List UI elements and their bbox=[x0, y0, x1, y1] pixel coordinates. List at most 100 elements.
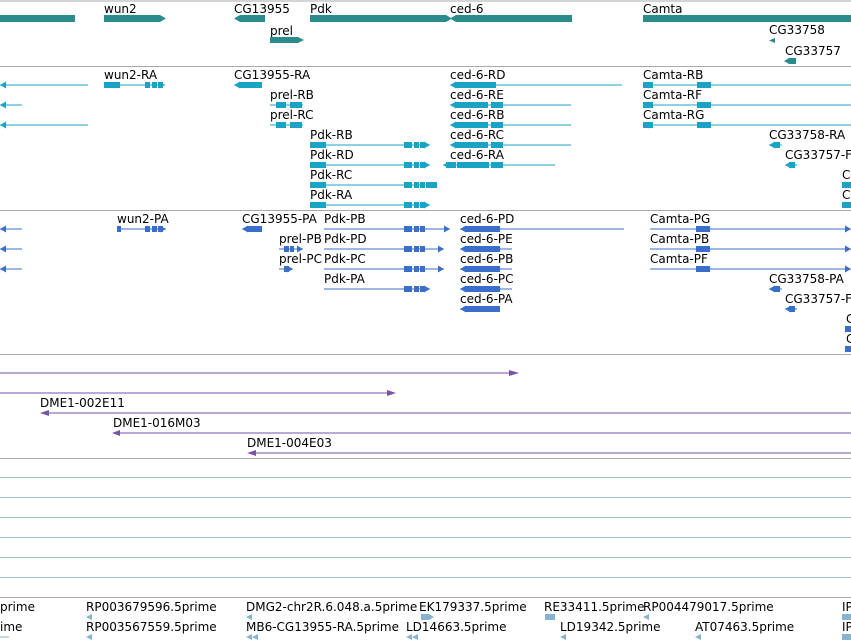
transcript-label: Camta-RG bbox=[643, 108, 704, 122]
transcript-feature[interactable]: ced-6-PB bbox=[460, 252, 513, 273]
transcript-feature[interactable]: C bbox=[842, 188, 851, 209]
transcript-feature[interactable] bbox=[0, 265, 22, 273]
est-feature[interactable]: RE33411.5prime bbox=[544, 600, 645, 620]
transcript-feature[interactable]: prel-RC bbox=[270, 108, 313, 129]
est-feature[interactable]: LD19342.5prime bbox=[560, 620, 661, 640]
clone-label: DME1-004E03 bbox=[247, 436, 332, 450]
arrow-left-icon bbox=[0, 225, 6, 233]
transcript-feature[interactable]: wun2-RA bbox=[104, 68, 165, 89]
arrow-left-icon bbox=[406, 634, 412, 640]
transcript-label: wun2-PA bbox=[117, 212, 169, 226]
gene-feature[interactable]: CG13955 bbox=[234, 2, 290, 22]
arrow-left-icon bbox=[785, 161, 791, 169]
transcript-feature[interactable]: prel-RB bbox=[270, 88, 314, 109]
est-feature[interactable]: RP003567559.5prime bbox=[86, 620, 217, 640]
clone-feature[interactable]: DME1-002E11 bbox=[40, 396, 851, 416]
transcript-feature[interactable]: ced-6-RA bbox=[443, 148, 555, 169]
gene-feature[interactable]: Pdk bbox=[310, 2, 452, 22]
transcript-feature[interactable] bbox=[0, 101, 22, 109]
transcript-feature[interactable] bbox=[0, 245, 22, 253]
exon-block bbox=[404, 162, 412, 168]
arrow-left-icon bbox=[252, 634, 258, 640]
transcript-feature[interactable]: ced-6-PE bbox=[460, 232, 513, 253]
est-feature[interactable]: IP bbox=[842, 620, 851, 640]
transcript-feature[interactable]: ced-6-PC bbox=[460, 272, 514, 293]
transcript-feature[interactable]: Pdk-RB bbox=[310, 128, 430, 149]
transcript-feature[interactable]: ced-6-RD bbox=[450, 68, 622, 89]
transcript-feature[interactable]: ced-6-RE bbox=[450, 88, 571, 109]
arrow-right-icon bbox=[438, 245, 444, 253]
clone-feature[interactable] bbox=[0, 370, 519, 376]
gene-label: wun2 bbox=[104, 2, 137, 16]
transcript-feature[interactable]: CG33757-F bbox=[785, 148, 851, 169]
est-feature[interactable]: IP bbox=[842, 600, 851, 620]
transcript-feature[interactable]: ced-6-RC bbox=[450, 128, 571, 149]
transcript-feature[interactable]: Camta-PF bbox=[650, 252, 851, 273]
est-label: RP004479017.5prime bbox=[643, 600, 774, 614]
transcript-feature[interactable]: C bbox=[842, 168, 851, 189]
transcript-feature[interactable]: CG33758-RA bbox=[769, 128, 846, 149]
gene-feature[interactable] bbox=[0, 15, 75, 22]
est-feature[interactable]: AT07463.5prime bbox=[695, 620, 794, 640]
exon-block bbox=[420, 182, 425, 188]
est-feature[interactable]: prime bbox=[0, 600, 35, 614]
exon-block bbox=[697, 122, 711, 128]
est-feature[interactable]: LD14663.5prime bbox=[406, 620, 507, 640]
transcript-feature[interactable]: ced-6-PA bbox=[460, 292, 513, 313]
exon-block bbox=[276, 122, 286, 128]
transcript-feature[interactable]: Pdk-PD bbox=[324, 232, 444, 253]
est-feature[interactable]: ime bbox=[0, 620, 22, 638]
arrow-right-icon bbox=[298, 37, 304, 43]
transcript-feature[interactable]: Pdk-PA bbox=[324, 272, 430, 293]
transcript-feature[interactable]: CG13955-PA bbox=[242, 212, 318, 233]
transcript-feature[interactable]: Camta-RB bbox=[643, 68, 851, 89]
est-feature[interactable]: EK179337.5prime bbox=[419, 600, 527, 620]
transcript-label: ced-6-RE bbox=[450, 88, 504, 102]
transcript-feature[interactable]: CG13955-RA bbox=[234, 68, 311, 89]
transcript-feature[interactable]: C bbox=[845, 312, 851, 333]
est-feature[interactable]: MB6-CG13955-RA.5prime bbox=[246, 620, 399, 640]
transcript-feature[interactable]: ced-6-PD bbox=[460, 212, 624, 233]
transcript-feature[interactable]: Pdk-RA bbox=[310, 188, 430, 209]
transcript-feature[interactable]: CG33758-PA bbox=[769, 272, 845, 293]
gene-feature[interactable]: prel bbox=[270, 24, 304, 43]
arrow-left-icon bbox=[112, 430, 120, 436]
est-feature[interactable]: RP004479017.5prime bbox=[643, 600, 774, 620]
transcript-feature[interactable]: Camta-RF bbox=[643, 88, 851, 109]
transcript-feature[interactable] bbox=[0, 225, 22, 233]
est-feature[interactable]: DMG2-chr2R.6.048.a.5prime bbox=[246, 600, 417, 620]
exon-block bbox=[404, 142, 412, 148]
transcript-feature[interactable]: Pdk-PC bbox=[324, 252, 444, 273]
genome-browser-view[interactable]: wun2 CG13955 Pdk ced-6 Camta prel CG3375… bbox=[0, 0, 851, 642]
exon-block bbox=[414, 142, 419, 148]
transcript-feature[interactable]: Camta-PG bbox=[650, 212, 851, 233]
est-label: prime bbox=[0, 600, 35, 614]
transcript-feature[interactable]: Camta-RG bbox=[643, 108, 851, 129]
transcript-feature[interactable]: wun2-PA bbox=[117, 212, 169, 233]
transcript-label: CG33757-F bbox=[785, 292, 851, 306]
transcript-feature[interactable]: Pdk-RC bbox=[310, 168, 437, 189]
arrow-left-icon bbox=[0, 101, 6, 109]
exon-block bbox=[404, 182, 412, 188]
gene-feature[interactable]: Camta bbox=[643, 2, 851, 22]
gene-feature[interactable]: CG33757 bbox=[784, 44, 841, 64]
transcript-feature[interactable]: ced-6-RB bbox=[450, 108, 571, 129]
gene-feature[interactable]: wun2 bbox=[104, 2, 166, 22]
transcript-feature[interactable]: Camta-PB bbox=[650, 232, 851, 253]
gene-feature[interactable]: CG33758 bbox=[769, 23, 825, 43]
transcript-label: C bbox=[846, 332, 851, 346]
transcript-feature[interactable]: C bbox=[845, 332, 851, 353]
transcript-feature[interactable]: Pdk-PB bbox=[324, 212, 450, 233]
transcript-feature[interactable]: prel-PB bbox=[279, 232, 322, 253]
transcript-feature[interactable]: CG33757-F bbox=[785, 292, 851, 313]
est-feature[interactable]: RP003679596.5prime bbox=[86, 600, 217, 620]
transcript-feature[interactable] bbox=[0, 121, 88, 129]
est-label: RP003679596.5prime bbox=[86, 600, 217, 614]
gene-feature[interactable]: ced-6 bbox=[450, 2, 572, 22]
arrow-right-icon bbox=[287, 265, 293, 273]
transcript-feature[interactable]: Pdk-RD bbox=[310, 148, 430, 169]
transcript-feature[interactable]: prel-PC bbox=[279, 252, 322, 273]
clone-feature[interactable]: DME1-004E03 bbox=[247, 436, 851, 456]
clone-feature[interactable]: DME1-016M03 bbox=[112, 416, 851, 436]
transcript-feature[interactable] bbox=[0, 81, 88, 89]
